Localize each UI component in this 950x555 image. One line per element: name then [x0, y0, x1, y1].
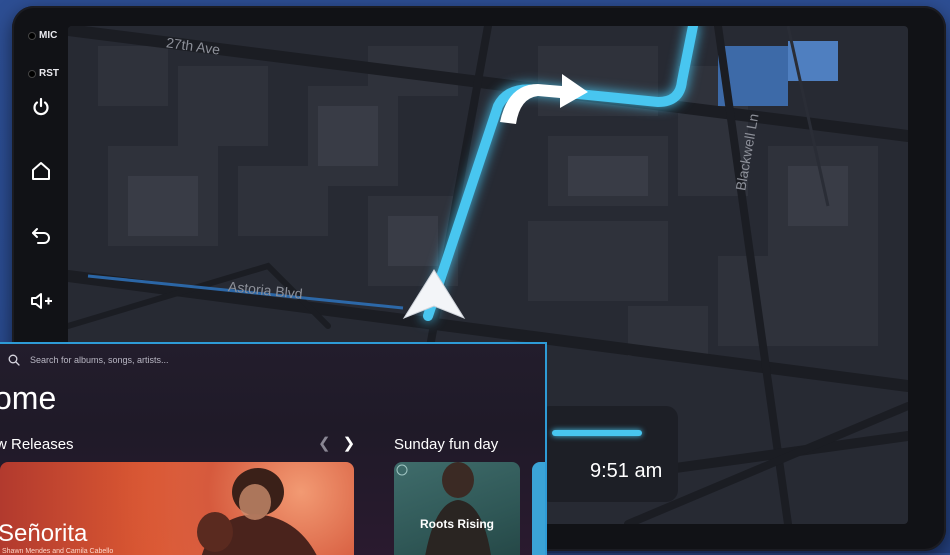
playlist-heading: Sunday fun day [394, 436, 499, 453]
home-button[interactable] [28, 158, 54, 184]
home-icon [32, 162, 50, 180]
reset-label: RST [39, 68, 59, 79]
new-releases-heading: w Releases [0, 436, 74, 453]
mic-label: MIC [39, 30, 58, 41]
playlist-card-title: Roots Rising [420, 517, 494, 531]
trip-progress-bar [552, 430, 642, 436]
carousel-nav: ❮ ❯ [318, 434, 355, 452]
arrival-time: 9:51 am [590, 460, 663, 482]
volume-up-icon [31, 293, 52, 309]
album-title: Señorita [0, 520, 88, 547]
featured-album-card[interactable]: Señorita Shawn Mendes and Camila Cabello [0, 462, 354, 555]
back-button[interactable] [28, 222, 54, 248]
playlist-card[interactable]: Roots Rising [394, 462, 520, 555]
search-input[interactable] [30, 355, 260, 365]
playlist-art-image [396, 462, 491, 555]
trip-info-panel[interactable]: 9:51 am [538, 406, 678, 502]
search-icon [8, 354, 20, 366]
carousel-next-button[interactable]: ❯ [343, 434, 356, 452]
album-artists: Shawn Mendes and Camila Cabello [2, 548, 114, 555]
search-bar[interactable] [8, 354, 260, 366]
power-button[interactable] [28, 94, 54, 120]
next-playlist-card[interactable] [532, 462, 545, 555]
reset-indicator[interactable]: RST [28, 68, 59, 79]
mic-indicator: MIC [28, 30, 57, 41]
page-title: ome [0, 380, 57, 416]
power-icon [33, 97, 49, 116]
back-icon [32, 228, 50, 244]
reset-hole-icon [28, 69, 36, 78]
mic-hole-icon [28, 31, 36, 40]
music-player-window[interactable]: ome w Releases ❮ ❯ Sunday fun day Señori… [0, 342, 547, 555]
volume-up-button[interactable] [28, 288, 54, 314]
carousel-prev-button[interactable]: ❮ [318, 434, 331, 452]
